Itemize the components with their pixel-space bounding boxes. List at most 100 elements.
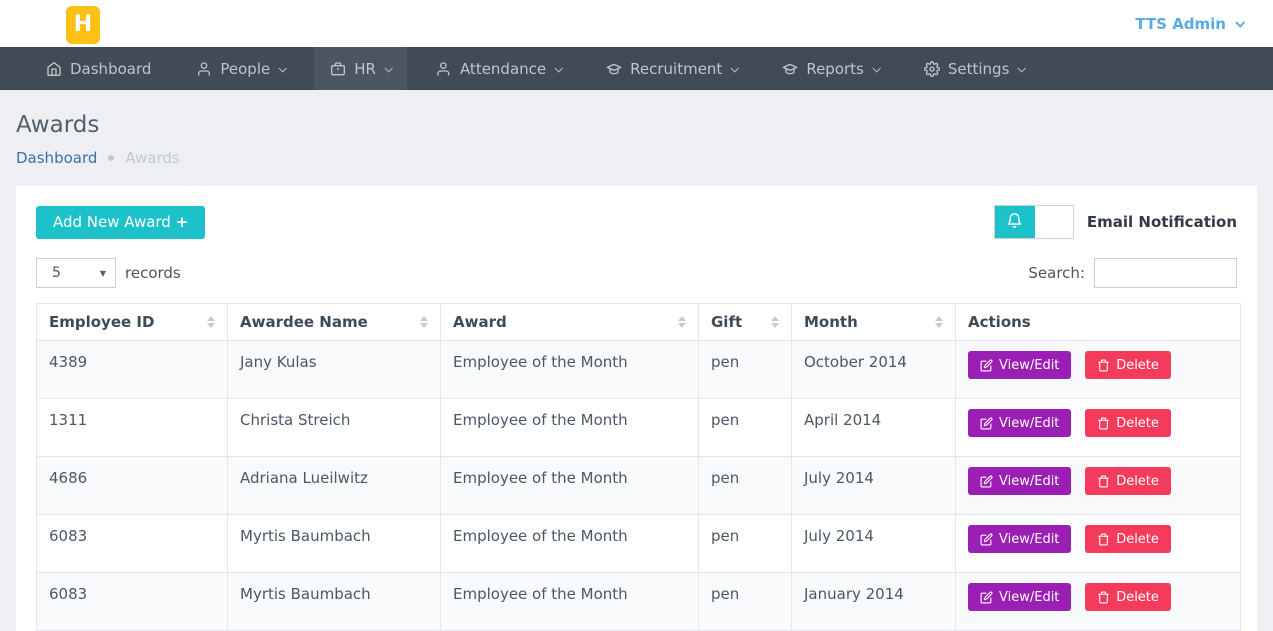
column-header-employee-id[interactable]: Employee ID [37,304,228,341]
cell-employee-id: 6083 [37,515,228,573]
column-header-award[interactable]: Award [441,304,699,341]
cell-month: October 2014 [792,341,956,399]
sort-icon [935,316,943,328]
column-header-gift[interactable]: Gift [699,304,792,341]
view-edit-button[interactable]: View/Edit [968,467,1071,495]
sort-icon [771,316,779,328]
chevron-down-icon [1018,64,1026,72]
column-header-month[interactable]: Month [792,304,956,341]
search-group: Search: [1028,258,1237,288]
delete-button[interactable]: Delete [1085,583,1171,611]
edit-icon [980,359,993,372]
edit-icon [980,475,993,488]
add-new-award-label: Add New Award [53,213,171,231]
cell-award: Employee of the Month [441,341,699,399]
trash-icon [1097,533,1110,546]
table-row: 6083 Myrtis Baumbach Employee of the Mon… [37,573,1241,631]
gear-icon [924,61,940,77]
records-per-page-select[interactable]: 5 ▼ [36,258,116,288]
briefcase-icon [330,61,346,77]
view-edit-button[interactable]: View/Edit [968,583,1071,611]
chevron-down-icon [384,64,392,72]
app-logo[interactable]: H [66,6,100,44]
cell-award: Employee of the Month [441,457,699,515]
cell-gift: pen [699,399,792,457]
delete-button[interactable]: Delete [1085,525,1171,553]
user-menu-label: TTS Admin [1135,15,1226,33]
email-notification-group: Email Notification [994,205,1237,239]
toolbar-row-top: Add New Award + Email Notification [36,205,1237,239]
table-row: 1311 Christa Streich Employee of the Mon… [37,399,1241,457]
home-icon [46,61,62,77]
nav-item-recruitment[interactable]: Recruitment [590,47,753,90]
cell-employee-id: 1311 [37,399,228,457]
delete-button[interactable]: Delete [1085,467,1171,495]
breadcrumb-separator-dot [108,155,114,161]
chevron-down-icon [1235,18,1245,28]
table-body: 4389 Jany Kulas Employee of the Month pe… [37,341,1241,631]
edit-icon [980,417,993,430]
table-header: Employee ID Awardee Name Award Gift Mont… [37,304,1241,341]
nav-item-label: People [220,60,270,78]
nav-item-label: HR [354,60,376,78]
nav-item-label: Recruitment [630,60,722,78]
view-edit-button[interactable]: View/Edit [968,351,1071,379]
cell-month: January 2014 [792,573,956,631]
cell-gift: pen [699,515,792,573]
sort-icon [207,316,215,328]
top-bar: H TTS Admin [0,0,1273,47]
cell-awardee-name: Jany Kulas [228,341,441,399]
delete-button[interactable]: Delete [1085,351,1171,379]
cell-employee-id: 6083 [37,573,228,631]
add-new-award-button[interactable]: Add New Award + [36,206,205,239]
user-menu[interactable]: TTS Admin [1135,15,1243,33]
nav-item-settings[interactable]: Settings [908,47,1041,90]
chevron-down-icon [555,64,563,72]
chevron-down-icon [279,64,287,72]
nav-item-attendance[interactable]: Attendance [420,47,577,90]
nav-item-people[interactable]: People [180,47,301,90]
trash-icon [1097,359,1110,372]
cell-gift: pen [699,457,792,515]
nav-item-dashboard[interactable]: Dashboard [30,47,167,90]
cell-actions: View/Edit Delete [956,573,1241,631]
table-row: 6083 Myrtis Baumbach Employee of the Mon… [37,515,1241,573]
cell-gift: pen [699,573,792,631]
search-input[interactable] [1094,258,1237,288]
email-notification-toggle[interactable] [994,205,1074,239]
table-row: 4389 Jany Kulas Employee of the Month pe… [37,341,1241,399]
records-per-page-value: 5 [52,265,61,281]
logo-letter: H [74,12,92,37]
select-caret-icon: ▼ [100,269,106,278]
records-per-page-group: 5 ▼ records [36,258,181,288]
column-header-actions: Actions [956,304,1241,341]
edit-icon [980,533,993,546]
page-title: Awards [16,112,1273,138]
chevron-down-icon [872,64,880,72]
breadcrumb-dashboard-link[interactable]: Dashboard [16,149,97,167]
cell-award: Employee of the Month [441,573,699,631]
nav-item-hr[interactable]: HR [314,47,407,90]
column-header-awardee-name[interactable]: Awardee Name [228,304,441,341]
email-notification-label: Email Notification [1087,213,1237,231]
cell-awardee-name: Myrtis Baumbach [228,515,441,573]
graduation-cap-icon [606,61,622,77]
cell-awardee-name: Adriana Lueilwitz [228,457,441,515]
bell-icon [1006,212,1023,233]
main-nav: Dashboard People HR Attendance [0,47,1273,90]
nav-item-reports[interactable]: Reports [766,47,895,90]
trash-icon [1097,475,1110,488]
cell-month: July 2014 [792,457,956,515]
view-edit-button[interactable]: View/Edit [968,525,1071,553]
graduation-cap-icon [782,61,798,77]
awards-card: Add New Award + Email Notification 5 [16,186,1257,631]
cell-month: April 2014 [792,399,956,457]
view-edit-button[interactable]: View/Edit [968,409,1071,437]
cell-actions: View/Edit Delete [956,399,1241,457]
app-screen: H TTS Admin Dashboard People HR [0,0,1273,631]
plus-icon: + [176,213,189,231]
nav-item-label: Reports [806,60,864,78]
cell-award: Employee of the Month [441,515,699,573]
toggle-on-segment [995,206,1035,238]
delete-button[interactable]: Delete [1085,409,1171,437]
